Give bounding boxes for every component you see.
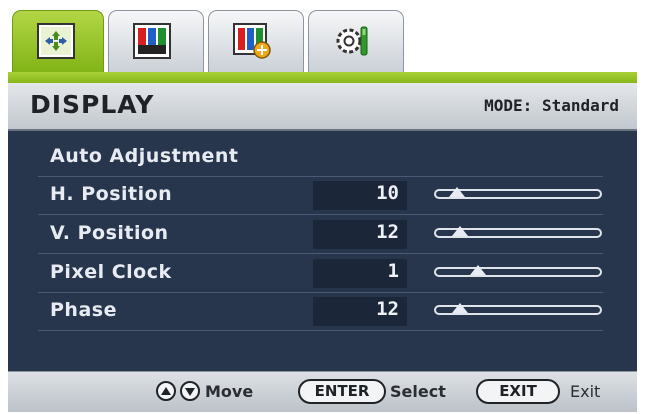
- enter-button[interactable]: ENTER: [298, 379, 386, 404]
- value-box: 12: [313, 297, 407, 326]
- menu-item-pixel-clock[interactable]: Pixel Clock 1: [38, 255, 603, 293]
- select-hint: Select: [390, 382, 446, 401]
- menu-item-value: 1: [387, 260, 399, 282]
- tab-display[interactable]: [12, 10, 104, 76]
- move-hint: Move: [205, 382, 254, 401]
- tab-system[interactable]: [308, 10, 404, 74]
- value-box: 10: [313, 181, 407, 210]
- exit-button[interactable]: EXIT: [476, 379, 560, 404]
- mode-indicator: MODE: Standard: [484, 96, 619, 115]
- page-title: DISPLAY: [30, 90, 155, 119]
- accent-bar: [8, 72, 637, 83]
- down-arrow-icon[interactable]: [180, 381, 200, 401]
- menu-item-v-position[interactable]: V. Position 12: [38, 216, 603, 254]
- slider-knob[interactable]: [449, 187, 466, 197]
- menu-item-value: 10: [376, 182, 399, 204]
- slider-knob[interactable]: [470, 265, 487, 275]
- menu-item-label: V. Position: [50, 222, 169, 244]
- slider-knob[interactable]: [452, 226, 469, 236]
- menu-item-value: 12: [376, 298, 399, 320]
- menu-item-h-position[interactable]: H. Position 10: [38, 177, 603, 215]
- menu-header: DISPLAY MODE: Standard: [8, 83, 637, 131]
- pixel-clock-slider[interactable]: [434, 267, 602, 277]
- up-arrow-icon[interactable]: [156, 381, 176, 401]
- value-box: 1: [313, 259, 407, 288]
- menu-item-label: Pixel Clock: [50, 261, 172, 283]
- system-gear-icon: [336, 26, 368, 56]
- control-hints-bar: Move ENTER Select EXIT Exit: [8, 371, 637, 412]
- tab-picture-advanced[interactable]: [208, 10, 304, 74]
- menu-item-label: Auto Adjustment: [50, 145, 239, 167]
- menu-item-label: Phase: [50, 299, 117, 321]
- menu-panel: Auto Adjustment H. Position 10 V. Positi…: [8, 131, 637, 371]
- display-settings-icon: [37, 23, 75, 59]
- slider-knob[interactable]: [452, 303, 469, 313]
- menu-item-auto-adjustment[interactable]: Auto Adjustment: [38, 139, 603, 177]
- menu-item-value: 12: [376, 221, 399, 243]
- menu-item-label: H. Position: [50, 183, 173, 205]
- exit-hint: Exit: [570, 382, 601, 401]
- picture-icon: [133, 23, 171, 59]
- osd-menu: DISPLAY MODE: Standard Auto Adjustment H…: [0, 0, 645, 414]
- tab-picture[interactable]: [108, 10, 204, 74]
- picture-advanced-icon: [233, 23, 271, 59]
- menu-item-phase[interactable]: Phase 12: [38, 293, 603, 331]
- value-box: 12: [313, 220, 407, 249]
